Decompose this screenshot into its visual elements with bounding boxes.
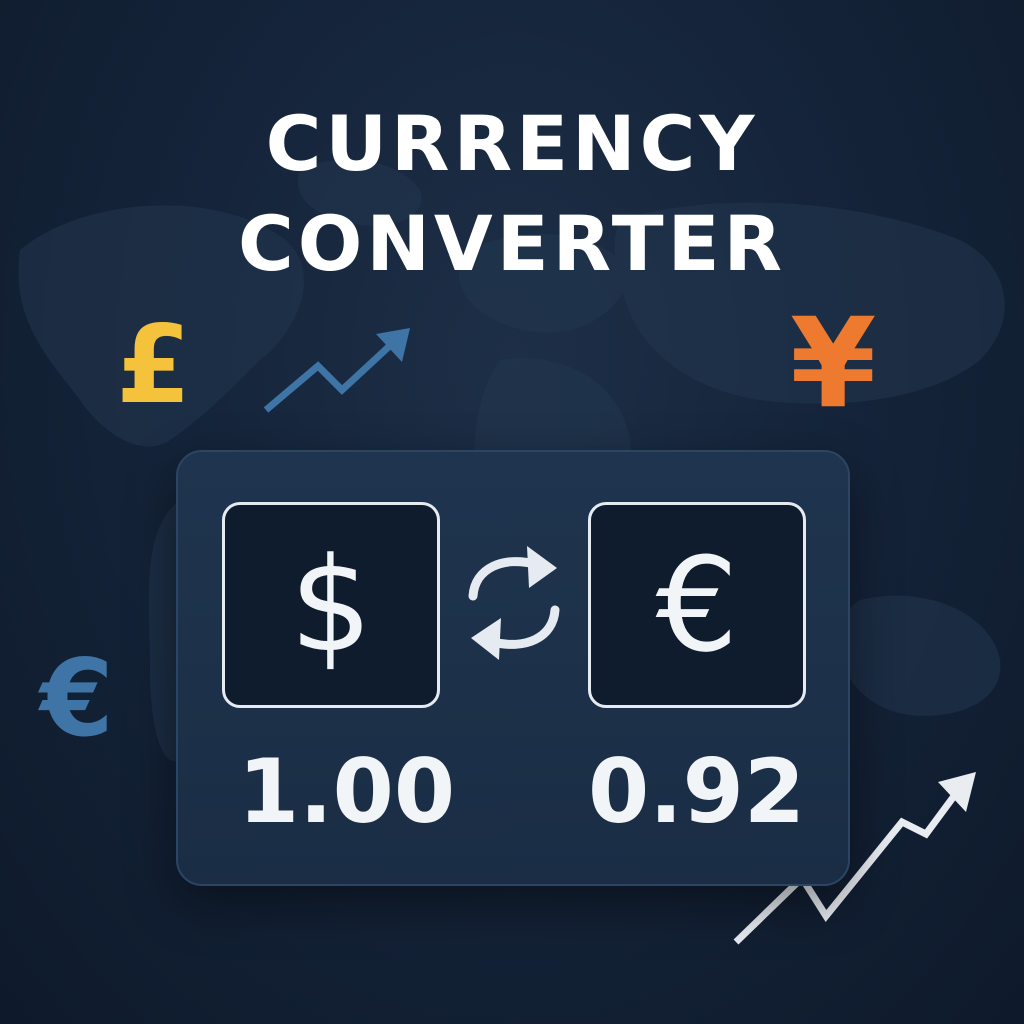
from-amount-value[interactable]: 1.00 — [238, 748, 455, 836]
from-currency-selector[interactable]: $ — [222, 502, 440, 708]
map-australia — [840, 595, 1001, 716]
euro-symbol-icon: € — [40, 637, 114, 760]
page-title-line-1: CURRENCY — [265, 99, 759, 188]
page-title-line-2: CONVERTER — [237, 199, 787, 288]
euro-symbol-icon: € — [655, 529, 739, 681]
pound-symbol-icon: £ — [116, 303, 192, 428]
to-amount-value: 0.92 — [588, 740, 806, 843]
to-currency-selector[interactable]: € — [588, 502, 806, 708]
trend-up-arrow-icon — [263, 328, 410, 413]
yen-symbol-icon: ¥ — [790, 292, 877, 436]
converter-card: $ € 1.00 0.92 — [176, 450, 850, 886]
dollar-symbol-icon: $ — [289, 529, 373, 681]
swap-arrows-icon[interactable] — [459, 538, 569, 668]
